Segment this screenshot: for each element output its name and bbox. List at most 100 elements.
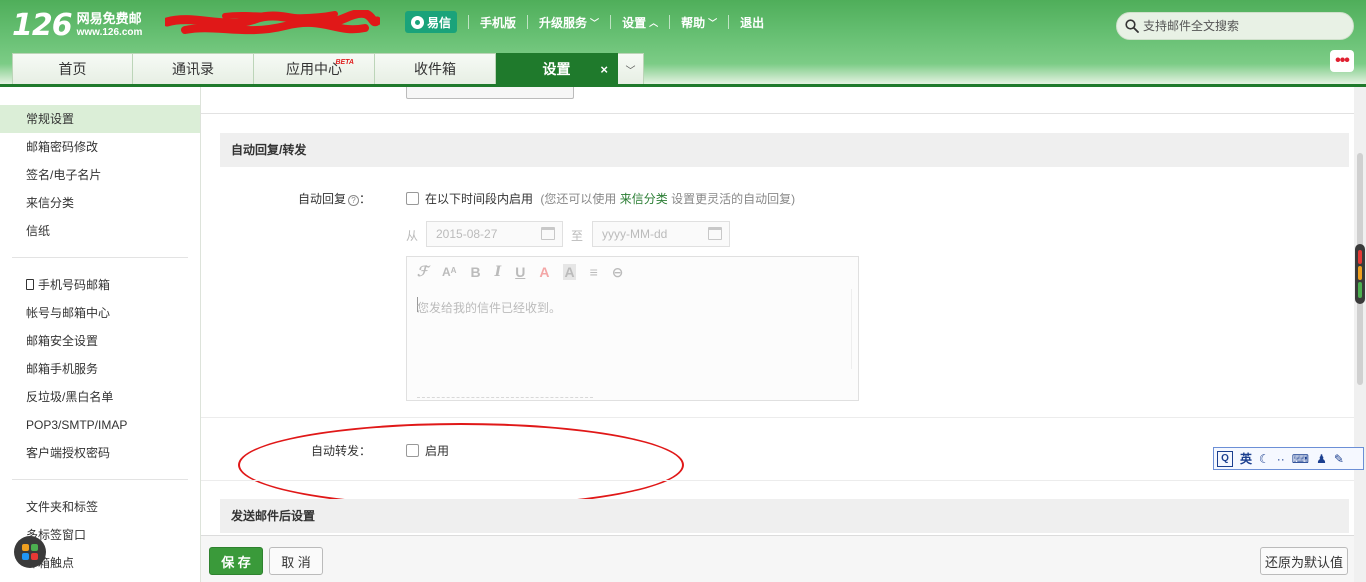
settings-footer: 保 存 取 消 还原为默认值 <box>201 535 1354 582</box>
sidebar-item-antispam[interactable]: 反垃圾/黑白名单 <box>0 383 200 411</box>
page-scrollbar[interactable] <box>1354 87 1366 582</box>
tab-app-center[interactable]: 应用中心 BETA <box>254 53 375 84</box>
date-to-input[interactable]: yyyy-MM-dd <box>592 221 730 247</box>
date-from-label: 从 <box>406 229 419 243</box>
help-menu[interactable]: 帮助 ﹀ <box>681 14 717 31</box>
tab-home[interactable]: 首页 <box>12 53 133 84</box>
sidebar-item-account-center[interactable]: 帐号与邮箱中心 <box>0 299 200 327</box>
sidebar-item-phone-mailbox[interactable]: 手机号码邮箱 <box>0 271 200 299</box>
highlight-icon[interactable]: A <box>563 264 576 280</box>
search-box[interactable] <box>1116 12 1354 40</box>
message-dots-button[interactable]: ••• <box>1330 50 1354 72</box>
app-tile <box>22 553 29 560</box>
app-grid-button[interactable] <box>14 536 46 568</box>
chevron-down-icon: ﹀ <box>708 17 718 28</box>
logo-title: 网易免费邮 <box>76 10 142 26</box>
ime-toolbar[interactable]: Q 英 ☾ ·· ⌨ ♟ ✎ <box>1213 447 1364 470</box>
help-icon[interactable]: ? <box>347 195 359 206</box>
mail-filter-link[interactable]: 来信分类 <box>620 192 668 206</box>
ime-language[interactable]: 英 <box>1240 450 1252 467</box>
close-icon[interactable]: × <box>600 62 608 77</box>
editor-scroll-rail <box>851 289 852 369</box>
sidebar-item-client-auth-code[interactable]: 客户端授权密码 <box>0 439 200 467</box>
align-icon[interactable]: ≡ <box>590 264 598 280</box>
date-to-label: 至 <box>571 229 584 243</box>
ime-logo-icon[interactable]: Q <box>1217 450 1233 467</box>
nav-divider <box>728 15 730 29</box>
row-divider <box>201 480 1354 481</box>
tab-contacts[interactable]: 通讯录 <box>133 53 254 84</box>
ime-status-meter <box>1355 244 1365 304</box>
row-divider <box>201 417 1354 418</box>
previous-setting-select[interactable] <box>406 87 574 99</box>
sidebar-item-signature[interactable]: 签名/电子名片 <box>0 161 200 189</box>
cancel-button[interactable]: 取 消 <box>269 547 323 575</box>
top-header: 126 网易免费邮 www.126.com 易信 手机版 升级服务 ﹀ 设置 ︿ 帮… <box>0 0 1366 85</box>
tab-bar: 首页 通讯录 应用中心 BETA 收件箱 设置 × ﹀ <box>12 53 644 84</box>
yixin-icon <box>411 15 424 29</box>
sidebar-item-skin[interactable]: 换肤 <box>0 577 200 582</box>
auto-reply-hint-pre: (您还可以使用 <box>540 192 617 206</box>
tab-label: 通讯录 <box>172 61 214 77</box>
auto-reply-label-text: 自动回复 <box>297 192 346 206</box>
previous-setting-row <box>201 87 1354 114</box>
auto-reply-checkbox[interactable] <box>406 192 419 205</box>
top-navigation: 易信 手机版 升级服务 ﹀ 设置 ︿ 帮助 ﹀ 退出 <box>405 11 764 33</box>
settings-content: 自动回复/转发 自动回复?： 在以下时间段内启用 (您还可以使用 来信分类 设置… <box>201 87 1354 535</box>
sidebar-item-mail-filter[interactable]: 来信分类 <box>0 189 200 217</box>
tab-label: 首页 <box>58 61 87 77</box>
punctuation-icon[interactable]: ·· <box>1277 452 1285 466</box>
app-tile <box>31 544 38 551</box>
restore-defaults-button[interactable]: 还原为默认值 <box>1260 547 1348 575</box>
mobile-version-link[interactable]: 手机版 <box>480 14 516 31</box>
sidebar-item-pop3-smtp-imap[interactable]: POP3/SMTP/IMAP <box>0 411 200 439</box>
keyboard-icon[interactable]: ⌨ <box>1292 452 1309 466</box>
sidebar-item-phone-service[interactable]: 邮箱手机服务 <box>0 355 200 383</box>
sidebar-item-stationery[interactable]: 信纸 <box>0 217 200 245</box>
logout-link[interactable]: 退出 <box>740 14 764 31</box>
logo-domain: www.126.com <box>76 26 143 38</box>
tab-settings[interactable]: 设置 × <box>496 53 618 84</box>
calendar-icon[interactable] <box>708 227 722 240</box>
sidebar-item-folders-tags[interactable]: 文件夹和标签 <box>0 493 200 521</box>
editor-resize-line <box>417 397 593 398</box>
meter-segment <box>1358 266 1362 280</box>
italic-icon[interactable]: I <box>495 264 502 280</box>
sidebar-item-password[interactable]: 邮箱密码修改 <box>0 133 200 161</box>
upgrade-service-label: 升级服务 <box>539 15 588 30</box>
wrench-icon[interactable]: ✎ <box>1334 452 1344 466</box>
auto-reply-editor[interactable]: ℱ Aᴬ B I U A A ≡ ⊖ 您发给我的信件已经收到。 <box>406 256 859 401</box>
search-input[interactable] <box>1143 19 1343 33</box>
help-label: 帮助 <box>681 15 706 30</box>
sidebar-divider <box>12 257 188 258</box>
search-icon <box>1125 19 1139 33</box>
bold-icon[interactable]: B <box>471 264 481 280</box>
tab-label: 应用中心 <box>286 61 342 77</box>
font-family-icon[interactable]: ℱ <box>417 264 428 280</box>
settings-label: 设置 <box>622 15 647 30</box>
nav-divider <box>610 15 612 29</box>
upgrade-service-menu[interactable]: 升级服务 ﹀ <box>539 14 599 31</box>
font-size-icon[interactable]: Aᴬ <box>442 265 457 279</box>
date-from-input[interactable]: 2015-08-27 <box>426 221 563 247</box>
sidebar-item-security[interactable]: 邮箱安全设置 <box>0 327 200 355</box>
underline-icon[interactable]: U <box>515 264 525 280</box>
tab-more-button[interactable]: ﹀ <box>618 53 644 84</box>
red-circle-annotation <box>238 423 684 507</box>
settings-menu[interactable]: 设置 ︿ <box>622 14 658 31</box>
tab-inbox[interactable]: 收件箱 <box>375 53 496 84</box>
section-after-send: 发送邮件后设置 <box>220 499 1349 533</box>
calendar-icon[interactable] <box>541 227 555 240</box>
yixin-button[interactable]: 易信 <box>405 11 458 33</box>
user-icon[interactable]: ♟ <box>1316 452 1327 466</box>
logo-number: 126 <box>12 8 73 43</box>
auto-reply-option-text: 在以下时间段内启用 <box>425 192 534 206</box>
moon-icon[interactable]: ☾ <box>1259 452 1270 466</box>
save-button[interactable]: 保 存 <box>209 547 263 575</box>
font-color-icon[interactable]: A <box>539 264 549 280</box>
label-colon: ： <box>358 192 371 206</box>
link-icon[interactable]: ⊖ <box>612 264 624 281</box>
logo[interactable]: 126 网易免费邮 www.126.com <box>12 8 142 43</box>
sidebar-item-general-settings[interactable]: 常规设置 <box>0 105 200 133</box>
tab-label: 收件箱 <box>414 61 456 77</box>
